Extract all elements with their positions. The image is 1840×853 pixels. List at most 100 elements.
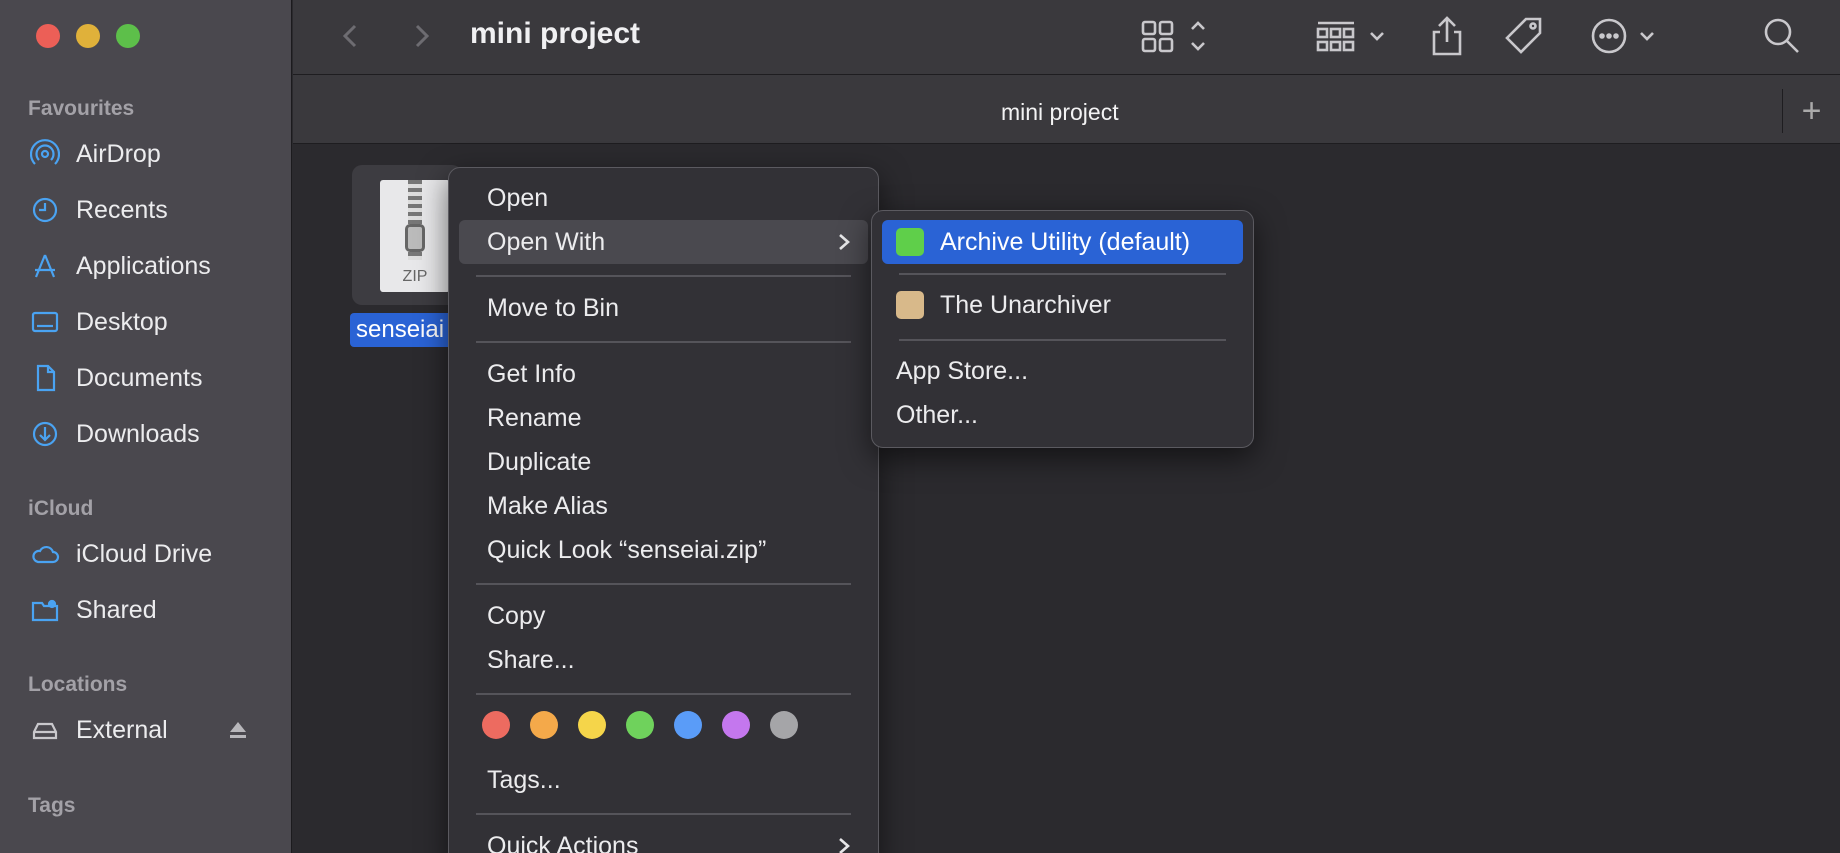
menu-item-get-info[interactable]: Get Info [459, 352, 868, 396]
menu-separator [476, 813, 851, 815]
sidebar-item-icloud-drive[interactable]: iCloud Drive [28, 532, 212, 576]
open-with-submenu: Archive Utility (default) The Unarchiver… [871, 210, 1254, 448]
menu-separator [476, 275, 851, 277]
shared-folder-icon [28, 593, 62, 627]
tab-bar: mini project + [293, 74, 1840, 144]
unarchiver-icon [896, 291, 924, 319]
sidebar-item-desktop[interactable]: Desktop [28, 300, 168, 344]
minimize-window-button[interactable] [76, 24, 100, 48]
sidebar-section-favourites: Favourites [28, 97, 135, 120]
forward-chevron-icon[interactable] [403, 18, 439, 54]
sidebar-item-external[interactable]: External [28, 708, 168, 752]
document-icon [28, 361, 62, 395]
sidebar-item-shared[interactable]: Shared [28, 588, 157, 632]
search-icon [1764, 18, 1799, 53]
tag-color-row [482, 711, 798, 739]
tag-green[interactable] [626, 711, 654, 739]
close-window-button[interactable] [36, 24, 60, 48]
window-title: mini project [470, 17, 641, 50]
menu-item-duplicate[interactable]: Duplicate [459, 440, 868, 484]
sidebar-item-label: Recents [76, 195, 168, 224]
sidebar: Favourites AirDrop Recents Applications … [0, 0, 292, 853]
submenu-item-the-unarchiver[interactable]: The Unarchiver [882, 283, 1243, 327]
sidebar-section-tags: Tags [28, 794, 76, 817]
back-chevron-icon[interactable] [333, 18, 369, 54]
menu-item-make-alias[interactable]: Make Alias [459, 484, 868, 528]
sidebar-item-documents[interactable]: Documents [28, 356, 202, 400]
submenu-item-archive-utility[interactable]: Archive Utility (default) [882, 220, 1243, 264]
tag-gray[interactable] [770, 711, 798, 739]
action-button[interactable] [1590, 14, 1660, 58]
grid-view-icon [1141, 20, 1205, 53]
airdrop-icon [28, 137, 62, 171]
sidebar-item-label: Documents [76, 363, 203, 392]
eject-icon[interactable] [226, 718, 250, 742]
chevron-right-icon [839, 234, 850, 250]
desktop-icon [28, 305, 62, 339]
sidebar-item-airdrop[interactable]: AirDrop [28, 132, 161, 176]
sidebar-item-label: AirDrop [76, 139, 161, 168]
cloud-icon [28, 537, 62, 571]
sidebar-item-applications[interactable]: Applications [28, 244, 211, 288]
sidebar-item-label: External [76, 715, 168, 744]
menu-item-rename[interactable]: Rename [459, 396, 868, 440]
sidebar-section-locations: Locations [28, 673, 128, 696]
clock-icon [28, 193, 62, 227]
sidebar-section-icloud: iCloud [28, 497, 94, 520]
tab-mini-project[interactable]: mini project [1001, 99, 1119, 126]
sidebar-item-label: Shared [76, 595, 157, 624]
tag-red[interactable] [482, 711, 510, 739]
search-button[interactable] [1762, 14, 1802, 58]
menu-item-share[interactable]: Share... [459, 638, 868, 682]
context-menu: Open Open With Move to Bin Get Info Rena… [448, 167, 879, 853]
archive-utility-icon [896, 228, 924, 256]
submenu-item-label: The Unarchiver [940, 290, 1111, 319]
menu-separator [899, 339, 1226, 341]
drive-icon [28, 713, 62, 747]
menu-item-tags[interactable]: Tags... [459, 758, 868, 802]
menu-item-quick-actions[interactable]: Quick Actions [459, 824, 868, 853]
share-icon [1432, 16, 1462, 56]
sidebar-item-label: iCloud Drive [76, 539, 213, 568]
menu-item-label: Quick Actions [487, 831, 639, 853]
download-icon [28, 417, 62, 451]
menu-item-copy[interactable]: Copy [459, 594, 868, 638]
group-button[interactable] [1316, 14, 1392, 58]
menu-separator [476, 583, 851, 585]
sidebar-item-label: Applications [76, 251, 211, 280]
menu-separator [899, 273, 1226, 275]
menu-item-open-with[interactable]: Open With [459, 220, 868, 264]
view-mode-button[interactable] [1140, 14, 1210, 58]
tag-orange[interactable] [530, 711, 558, 739]
zip-badge: ZIP [402, 268, 428, 285]
chevron-right-icon [839, 838, 850, 853]
menu-separator [476, 341, 851, 343]
tag-purple[interactable] [722, 711, 750, 739]
menu-item-quick-look[interactable]: Quick Look “senseiai.zip” [459, 528, 868, 572]
group-icon [1316, 21, 1384, 52]
menu-item-label: Open With [487, 227, 606, 256]
sidebar-item-recents[interactable]: Recents [28, 188, 168, 232]
zipper-pull-graphic [405, 224, 425, 252]
tag-icon [1505, 17, 1542, 54]
sidebar-item-label: Downloads [76, 419, 200, 448]
zoom-window-button[interactable] [116, 24, 140, 48]
tag-button[interactable] [1504, 14, 1544, 58]
add-tab-button[interactable]: + [1782, 89, 1840, 133]
file-name-label[interactable]: senseiai [350, 313, 460, 347]
applications-icon [28, 249, 62, 283]
submenu-item-label: Archive Utility (default) [940, 227, 1191, 256]
submenu-item-other[interactable]: Other... [882, 393, 1243, 437]
sidebar-item-label: Desktop [76, 307, 168, 336]
submenu-item-app-store[interactable]: App Store... [882, 349, 1243, 393]
sidebar-item-downloads[interactable]: Downloads [28, 412, 200, 456]
more-actions-icon [1591, 18, 1654, 54]
zip-file-icon: ZIP [380, 180, 450, 292]
menu-separator [476, 693, 851, 695]
menu-item-move-to-bin[interactable]: Move to Bin [459, 286, 868, 330]
tag-blue[interactable] [674, 711, 702, 739]
share-button[interactable] [1430, 14, 1464, 58]
window-controls [36, 24, 140, 48]
tag-yellow[interactable] [578, 711, 606, 739]
menu-item-open[interactable]: Open [459, 176, 868, 220]
